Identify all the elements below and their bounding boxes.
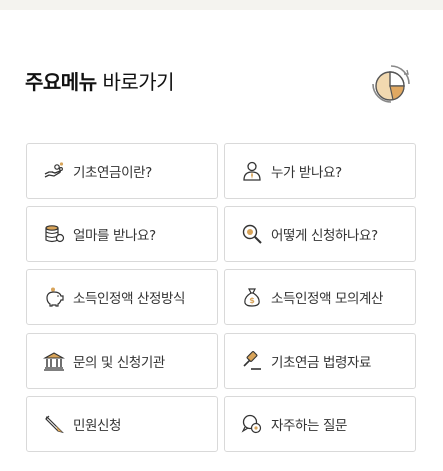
menu-item-income-simulation[interactable]: $ 소득인정액 모의계산 [224,269,416,325]
menu-item-label: 기초연금 법령자료 [271,355,372,371]
menu-item-label: 어떻게 신청하나요? [271,228,378,244]
menu-item-inquiry-office[interactable]: 문의 및 신청기관 [26,333,218,389]
menu-item-label: 문의 및 신청기관 [73,355,165,371]
magnifier-icon [241,223,263,245]
menu-item-basic-pension[interactable]: 기초연금이란? [26,143,218,199]
menu-item-how-to-apply[interactable]: 어떻게 신청하나요? [224,206,416,262]
institution-icon [43,350,65,372]
svg-text:$: $ [249,296,255,305]
piggy-bank-icon [43,286,65,308]
section-title-bold: 주요메뉴 [25,70,97,94]
menu-item-who-receives[interactable]: 누가 받나요? [224,143,416,199]
menu-item-legal-docs[interactable]: 기초연금 법령자료 [224,333,416,389]
section-title: 주요메뉴 바로가기 [25,66,175,95]
section-title-light: 바로가기 [96,70,175,94]
menu-item-label: 기초연금이란? [73,165,152,181]
section-header: 주요메뉴 바로가기 [25,60,425,103]
menu-item-how-much[interactable]: 얼마를 받나요? [26,206,218,262]
pen-icon [43,413,65,435]
menu-item-label: 소득인정액 산정방식 [73,291,186,307]
money-bag-icon: $ [241,286,263,308]
menu-item-faq[interactable]: 자주하는 질문 [224,396,416,452]
menu-item-civil-petition[interactable]: 민원신청 [26,396,218,452]
hand-coins-icon [43,160,65,182]
gavel-icon [241,350,263,372]
menu-item-label: 얼마를 받나요? [73,228,156,244]
question-bubble-icon [241,413,263,435]
menu-item-label: 누가 받나요? [271,165,342,181]
menu-item-label: 민원신청 [73,418,122,434]
coin-stack-icon [43,223,65,245]
top-band [0,0,443,10]
menu-item-income-method[interactable]: 소득인정액 산정방식 [26,269,218,325]
menu-item-label: 소득인정액 모의계산 [271,291,384,307]
pie-chart-icon [367,60,415,108]
menu-item-label: 자주하는 질문 [271,418,348,434]
person-icon [241,160,263,182]
